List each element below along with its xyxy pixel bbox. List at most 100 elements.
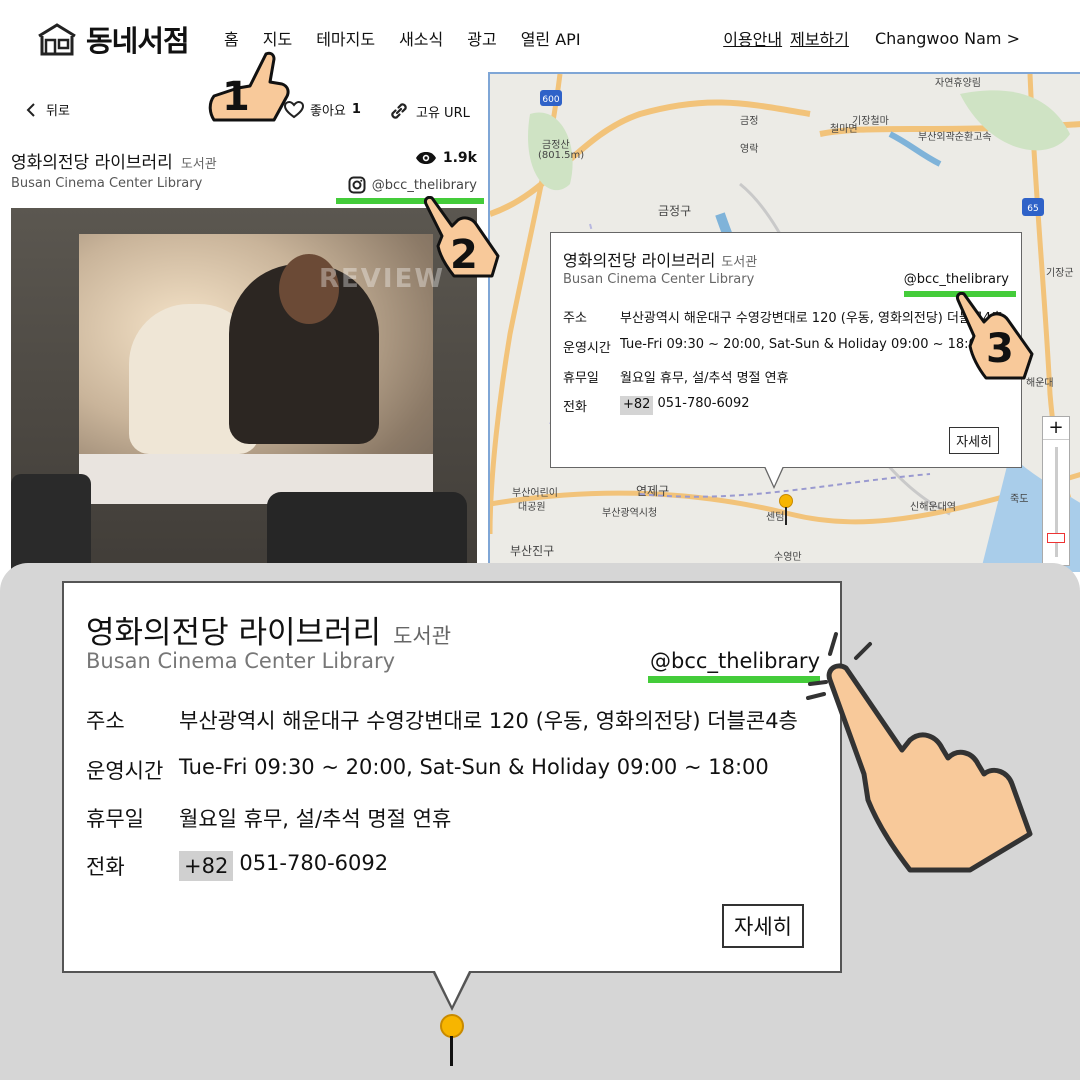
place-detail-panel: 뒤로 좋아요 1 고유 URL 영화의전당 라이브러리 도서관 Busan Cin… [0, 72, 488, 572]
report-link[interactable]: 제보하기 [790, 26, 849, 50]
logo[interactable]: 동네서점 [36, 18, 190, 60]
nav-news[interactable]: 새소식 [399, 26, 443, 50]
place-english-name: Busan Cinema Center Library [11, 176, 203, 191]
chevron-left-icon [26, 102, 35, 117]
share-url-button[interactable]: 고유 URL [388, 100, 470, 122]
back-label: 뒤로 [46, 104, 70, 119]
nav-open-api[interactable]: 열린 API [521, 26, 581, 50]
popup-english-name: Busan Cinema Center Library [86, 649, 396, 673]
nav-map[interactable]: 지도 [258, 26, 297, 50]
map-label: 죽도 [1010, 494, 1029, 505]
step-badge-3: 3 [986, 326, 1014, 372]
popup-address-row: 주소 부산광역시 해운대구 수영강변대로 120 (우동, 영화의전당) 더블콘4… [563, 307, 1010, 326]
instagram-handle: @bcc_thelibrary [371, 177, 477, 193]
address-label: 주소 [86, 709, 125, 733]
map-label: 부산외곽순환고속 [918, 132, 992, 143]
place-name: 영화의전당 라이브러리 [11, 153, 173, 173]
share-label: 고유 URL [416, 105, 470, 121]
address-value: 부산광역시 해운대구 수영강변대로 120 (우동, 영화의전당) 더블콘4층 [179, 709, 798, 733]
map-label: 부산어린이 [512, 488, 558, 499]
place-photo[interactable]: REVIEW [11, 208, 477, 572]
popup-hours-row: 운영시간 Tue-Fri 09:30 ~ 20:00, Sat-Sun & Hol… [563, 337, 1010, 356]
guide-link[interactable]: 이용안내 [723, 26, 782, 50]
zoom-slider-thumb[interactable] [1047, 533, 1065, 543]
hours-label: 운영시간 [86, 759, 164, 783]
like-label: 좋아요 [310, 104, 346, 119]
zoom-in-button[interactable]: + [1043, 417, 1069, 440]
closed-value: 월요일 휴무, 설/추석 명절 연휴 [620, 371, 789, 386]
like-count: 1 [351, 102, 361, 117]
popup-tail [765, 466, 783, 486]
store-icon [38, 23, 76, 56]
map-label: 부산진구 [510, 544, 555, 558]
user-menu[interactable]: Changwoo Nam > [875, 29, 1020, 48]
nav-theme-map[interactable]: 테마지도 [316, 26, 375, 50]
place-category: 도서관 [180, 157, 217, 172]
map-pin-stem [450, 1036, 453, 1066]
popup-closed-row: 휴무일 월요일 휴무, 설/추석 명절 연휴 [86, 803, 451, 833]
like-button[interactable]: 좋아요 1 [284, 100, 361, 119]
theater-seat [267, 492, 467, 572]
popup-phone-row: 전화 +82 051-780-6092 [563, 396, 750, 415]
closed-label: 휴무일 [86, 807, 144, 831]
instagram-icon [348, 176, 366, 194]
highway-shield-600: 600 [542, 95, 559, 105]
map-label: 금정구 [658, 204, 692, 218]
popup-title: 영화의전당 라이브러리 도서관 [86, 607, 451, 652]
phone-country-code: +82 [179, 851, 234, 881]
back-button[interactable]: 뒤로 [26, 100, 70, 119]
step-badge-2: 2 [450, 232, 478, 278]
hand-pointer-icon [806, 632, 1033, 873]
popup-phone-row: 전화 +82 051-780-6092 [86, 851, 388, 881]
highway-shield-65: 65 [1027, 204, 1038, 214]
nav-ads[interactable]: 광고 [467, 26, 496, 50]
details-button[interactable]: 자세히 [722, 904, 804, 948]
popup-title: 영화의전당 라이브러리 도서관 [563, 247, 757, 271]
projector-screen: REVIEW [79, 234, 443, 504]
phone-value[interactable]: 051-780-6092 [657, 396, 749, 415]
phone-label: 전화 [563, 400, 587, 415]
map-label: 영락 [740, 144, 759, 155]
map-label: 수영만 [774, 552, 802, 563]
hours-value: Tue-Fri 09:30 ~ 20:00, Sat-Sun & Holiday… [179, 755, 769, 779]
details-button[interactable]: 자세히 [949, 427, 999, 454]
popup-place-name: 영화의전당 라이브러리 [563, 251, 716, 270]
map-label: 신해운대역 [910, 502, 956, 513]
popup-english-name: Busan Cinema Center Library [563, 272, 755, 287]
map-pin-icon[interactable] [440, 1014, 464, 1038]
popup-category: 도서관 [721, 255, 758, 270]
popup-closed-row: 휴무일 월요일 휴무, 설/추석 명절 연휴 [563, 367, 789, 386]
popup-instagram-link[interactable]: @bcc_thelibrary [904, 272, 1009, 287]
popup-category: 도서관 [393, 624, 452, 648]
map-zoom-control: + [1042, 416, 1070, 566]
phone-country-code: +82 [620, 396, 654, 415]
map-label: (801.5m) [538, 150, 585, 161]
view-count-value: 1.9k [442, 150, 477, 166]
instagram-link[interactable]: @bcc_thelibrary [348, 176, 477, 194]
nav-home[interactable]: 홈 [224, 26, 239, 50]
map-pin-icon[interactable] [779, 494, 793, 508]
view-count: 1.9k [415, 150, 477, 166]
map-label: 철마면 [830, 124, 858, 135]
main-nav: 홈 지도 테마지도 새소식 광고 열린 API [224, 26, 605, 50]
theater-seat [11, 474, 91, 572]
popup-address-row: 주소 부산광역시 해운대구 수영강변대로 120 (우동, 영화의전당) 더블콘4… [86, 705, 798, 735]
popup-hours-row: 운영시간 Tue-Fri 09:30 ~ 20:00, Sat-Sun & Hol… [86, 755, 769, 785]
zoomed-map-popup: 영화의전당 라이브러리 도서관 Busan Cinema Center Libra… [62, 581, 842, 973]
header-right: 이용안내 제보하기 Changwoo Nam > [723, 26, 1020, 50]
phone-value[interactable]: 051-780-6092 [239, 851, 388, 881]
step-badge-1: 1 [222, 74, 250, 120]
popup-tail [434, 969, 470, 1006]
hours-label: 운영시간 [563, 341, 611, 356]
map-label: 기장군 [1046, 268, 1074, 279]
map-label: 자연휴양림 [935, 78, 981, 89]
phone-label: 전화 [86, 855, 125, 879]
map-label: 센텀 [766, 512, 785, 523]
eye-icon [415, 152, 436, 164]
map-label: 연제구 [636, 484, 670, 498]
closed-label: 휴무일 [563, 371, 599, 386]
map-label: 금정 [740, 116, 759, 127]
link-icon [391, 103, 407, 119]
map-label: 금정산 [542, 140, 570, 151]
place-title: 영화의전당 라이브러리 도서관 [11, 148, 217, 173]
